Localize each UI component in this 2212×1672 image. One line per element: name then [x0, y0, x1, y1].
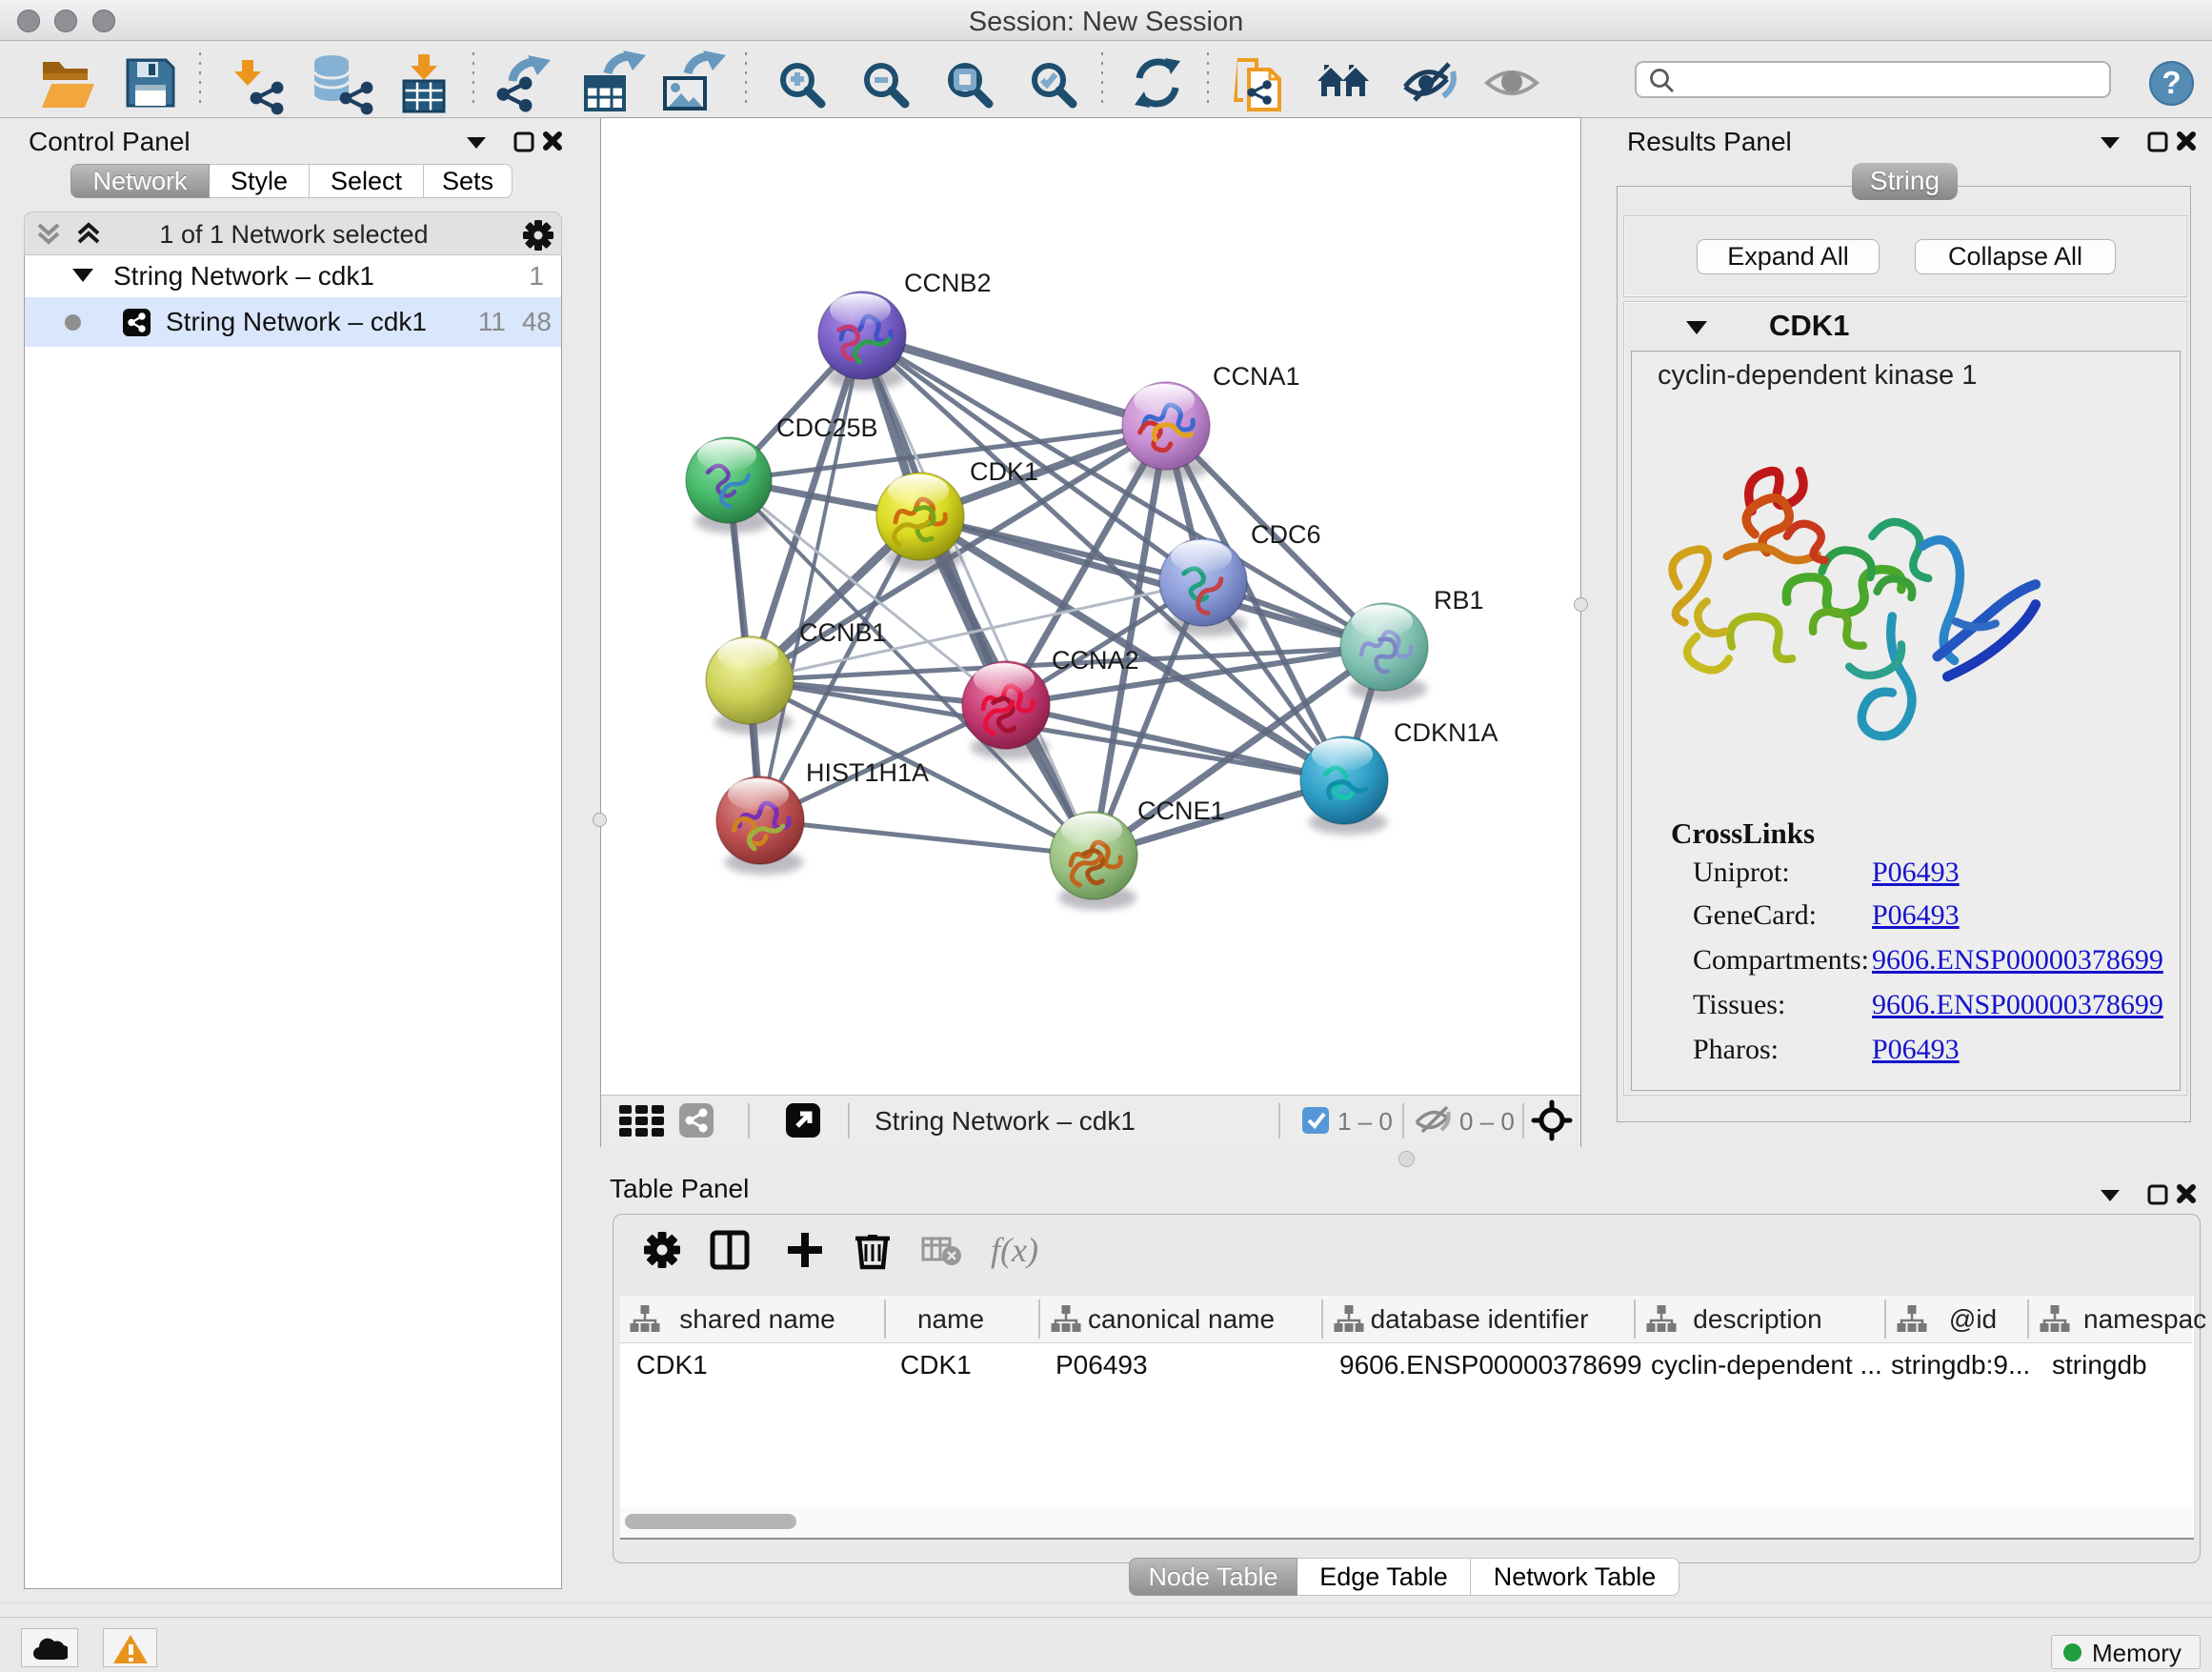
svg-text:HIST1H1A: HIST1H1A [806, 758, 929, 787]
svg-text:shared name: shared name [679, 1304, 835, 1334]
svg-text:CDK1: CDK1 [970, 457, 1038, 486]
svg-text:database identifier: database identifier [1371, 1304, 1589, 1334]
svg-text:CCNB1: CCNB1 [799, 618, 887, 647]
svg-text:1 – 0: 1 – 0 [1337, 1107, 1393, 1136]
svg-text:@id: @id [1949, 1304, 1997, 1334]
svg-text:CDKN1A: CDKN1A [1394, 718, 1498, 747]
svg-text:namespac: namespac [2083, 1304, 2206, 1334]
svg-text:CDC6: CDC6 [1251, 520, 1321, 549]
svg-text:CCNE1: CCNE1 [1137, 796, 1225, 825]
svg-text:String Network – cdk1: String Network – cdk1 [875, 1106, 1136, 1136]
svg-text:name: name [917, 1304, 984, 1334]
svg-text:0 – 0: 0 – 0 [1459, 1107, 1515, 1136]
svg-text:description: description [1693, 1304, 1821, 1334]
svg-text:RB1: RB1 [1434, 586, 1484, 614]
svg-text:CCNA1: CCNA1 [1213, 362, 1300, 391]
svg-text:CCNB2: CCNB2 [904, 269, 992, 297]
svg-text:f(x): f(x) [991, 1231, 1038, 1269]
svg-text:CDC25B: CDC25B [776, 413, 878, 442]
svg-text:canonical name: canonical name [1088, 1304, 1275, 1334]
svg-text:CCNA2: CCNA2 [1052, 646, 1139, 675]
